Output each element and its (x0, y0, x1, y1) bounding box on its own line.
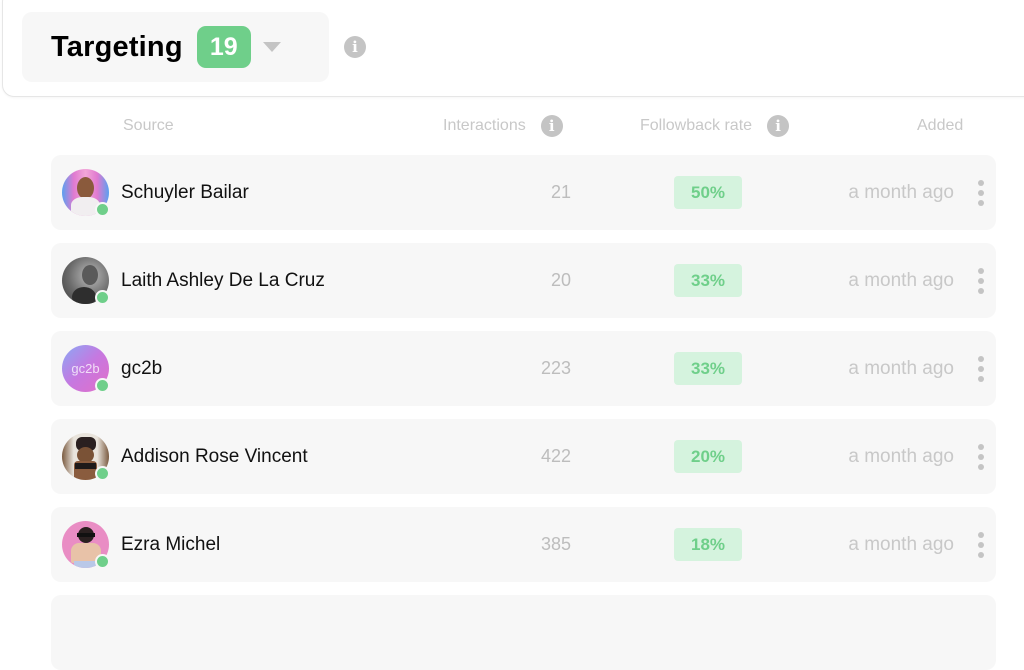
interactions-count: 223 (540, 358, 571, 378)
online-status-dot (95, 466, 110, 481)
column-header-interactions[interactable]: Interactions i (443, 114, 563, 138)
column-header-label: Followback rate (640, 117, 753, 134)
followback-rate-badge: 33% (674, 352, 742, 385)
online-status-dot (95, 290, 110, 305)
column-header-label: Interactions (443, 117, 526, 134)
column-header-added[interactable]: Added (917, 114, 963, 138)
table-row[interactable]: Schuyler Bailar 21 50% a month ago (51, 155, 996, 230)
info-icon[interactable]: i (767, 115, 790, 137)
info-icon[interactable]: i (540, 115, 563, 137)
added-time: a month ago (848, 533, 954, 555)
table-row[interactable]: Addison Rose Vincent 422 20% a month ago (51, 419, 996, 494)
more-options-icon[interactable] (977, 268, 985, 294)
interactions-count: 422 (540, 446, 571, 466)
source-name[interactable]: Ezra Michel (121, 507, 220, 582)
added-time: a month ago (848, 445, 954, 467)
more-options-icon[interactable] (977, 180, 985, 206)
source-name[interactable]: gc2b (121, 331, 162, 406)
page-title: Targeting (51, 30, 183, 63)
added-time: a month ago (848, 181, 954, 203)
count-badge: 19 (196, 26, 251, 68)
more-options-icon[interactable] (977, 356, 985, 382)
interactions-count: 21 (550, 182, 571, 202)
interactions-count: 385 (540, 534, 571, 554)
interactions-count: 20 (550, 270, 571, 290)
online-status-dot (95, 202, 110, 217)
followback-rate-badge: 33% (674, 264, 742, 297)
targeting-dropdown[interactable]: Targeting 19 (22, 12, 329, 82)
caret-down-icon[interactable] (262, 42, 281, 52)
followback-rate-badge: 50% (674, 176, 742, 209)
followback-rate-badge: 18% (674, 528, 742, 561)
column-header-followback-rate[interactable]: Followback rate i (640, 114, 790, 138)
source-name[interactable]: Addison Rose Vincent (121, 419, 308, 494)
table-row[interactable]: gc2b gc2b 223 33% a month ago (51, 331, 996, 406)
table-row[interactable]: Laith Ashley De La Cruz 20 33% a month a… (51, 243, 996, 318)
column-header-label: Source (123, 117, 174, 134)
table-row[interactable] (51, 595, 996, 670)
source-name[interactable]: Schuyler Bailar (121, 155, 249, 230)
info-icon[interactable]: i (344, 36, 366, 58)
source-name[interactable]: Laith Ashley De La Cruz (121, 243, 325, 318)
added-time: a month ago (848, 269, 954, 291)
column-header-source[interactable]: Source (123, 114, 174, 138)
column-header-label: Added (917, 117, 964, 134)
online-status-dot (95, 554, 110, 569)
added-time: a month ago (848, 357, 954, 379)
online-status-dot (95, 378, 110, 393)
more-options-icon[interactable] (977, 444, 985, 470)
more-options-icon[interactable] (977, 532, 985, 558)
followback-rate-badge: 20% (674, 440, 742, 473)
table-row[interactable]: Ezra Michel 385 18% a month ago (51, 507, 996, 582)
